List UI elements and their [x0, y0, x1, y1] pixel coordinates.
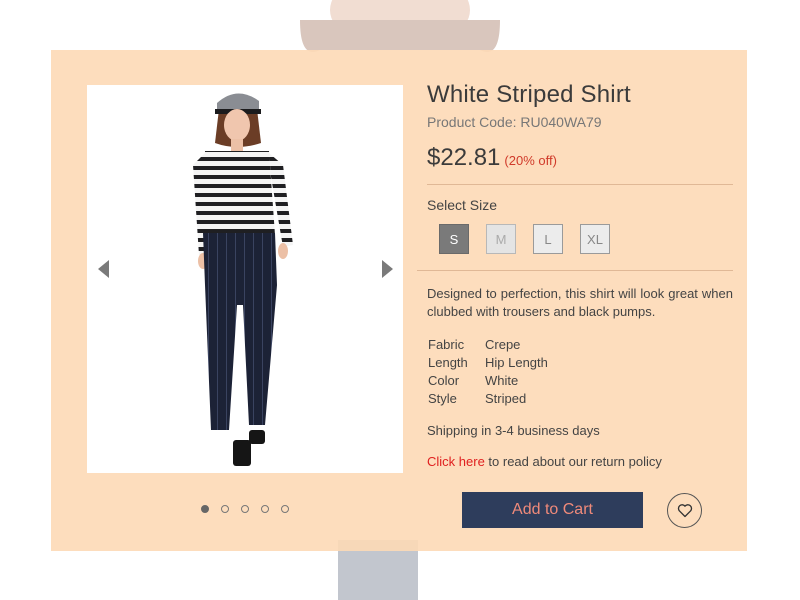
size-option-l[interactable]: L — [533, 224, 563, 254]
product-title: White Striped Shirt — [427, 81, 631, 108]
spec-row: Length Hip Length — [427, 353, 548, 371]
gallery-prev-arrow[interactable] — [98, 260, 109, 278]
add-to-cart-button[interactable]: Add to Cart — [462, 492, 643, 528]
return-policy: Click here to read about our return poli… — [427, 454, 733, 469]
spec-value: Crepe — [485, 336, 521, 352]
spec-key: Length — [428, 354, 468, 370]
spec-row: Color White — [427, 371, 548, 389]
gallery-dot-4[interactable] — [261, 505, 269, 513]
gallery-dot-2[interactable] — [221, 505, 229, 513]
spec-value: Striped — [485, 390, 527, 406]
gallery-pagination — [201, 505, 289, 513]
spec-key: Color — [428, 372, 460, 388]
heart-icon — [677, 504, 692, 518]
gallery-next-arrow[interactable] — [382, 260, 393, 278]
shipping-info: Shipping in 3-4 business days — [427, 423, 600, 438]
spec-key: Fabric — [428, 336, 465, 352]
price-row: $22.81 (20% off) — [427, 144, 733, 172]
return-policy-link[interactable]: Click here — [427, 454, 485, 469]
gallery-dot-1[interactable] — [201, 505, 209, 513]
product-description: Designed to perfection, this shirt will … — [427, 286, 733, 319]
size-option-m[interactable]: M — [486, 224, 516, 254]
spec-key: Style — [428, 390, 457, 406]
divider — [427, 184, 733, 185]
product-price: $22.81 — [427, 144, 501, 171]
product-image — [87, 85, 403, 473]
return-policy-text: to read about our return policy — [484, 454, 662, 469]
product-details: White Striped Shirt Product Code: RU040W… — [417, 80, 733, 469]
product-card: White Striped Shirt Product Code: RU040W… — [51, 50, 747, 551]
size-option-s[interactable]: S — [439, 224, 469, 254]
discount-label: (20% off) — [504, 153, 557, 168]
size-options: S M L XL — [439, 224, 733, 254]
spec-value: Hip Length — [485, 354, 548, 370]
size-option-xl[interactable]: XL — [580, 224, 610, 254]
product-code: Product Code: RU040WA79 — [427, 114, 602, 130]
size-label: Select Size — [427, 197, 498, 213]
model-photo — [193, 93, 293, 466]
gallery-dot-5[interactable] — [281, 505, 289, 513]
spec-row: Style Striped — [427, 389, 548, 407]
spec-table: Fabric Crepe Length Hip Length Color Whi… — [427, 335, 548, 407]
divider — [417, 270, 733, 271]
gallery-dot-3[interactable] — [241, 505, 249, 513]
spec-row: Fabric Crepe — [427, 335, 548, 353]
wishlist-button[interactable] — [667, 493, 702, 528]
spec-value: White — [485, 372, 519, 388]
